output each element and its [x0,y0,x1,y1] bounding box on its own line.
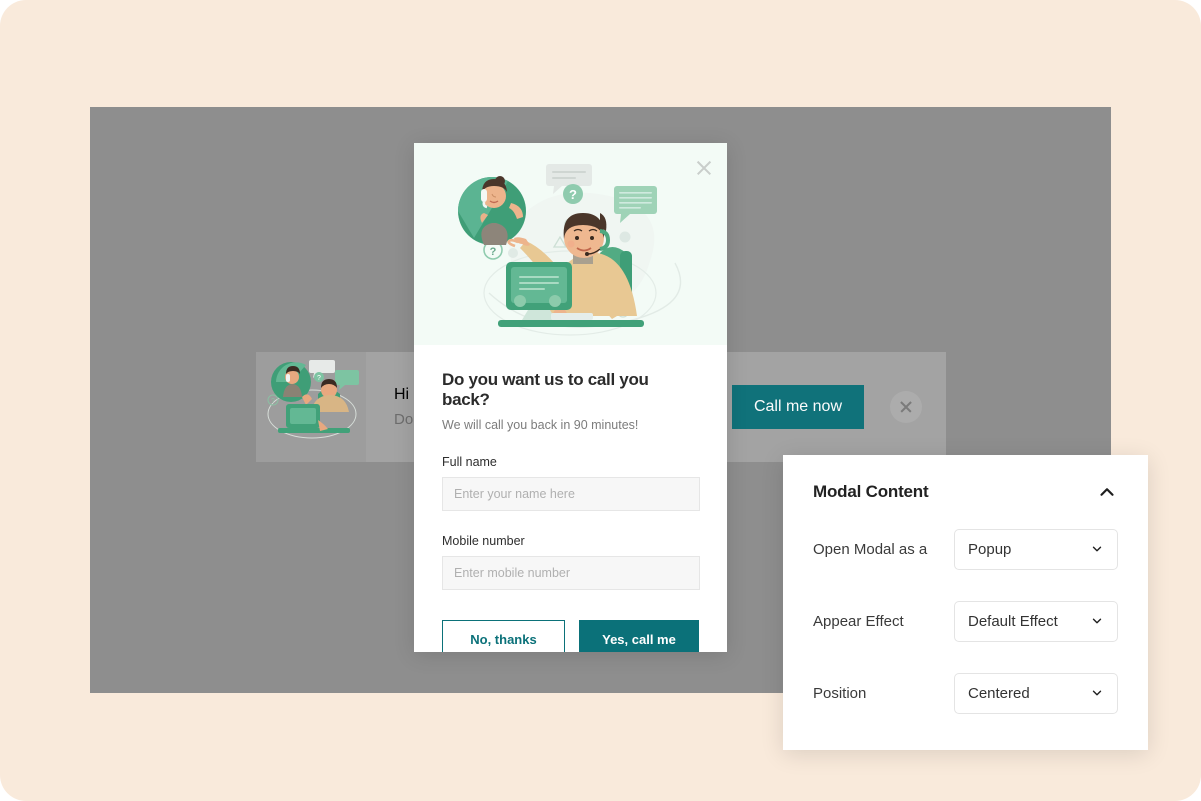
close-icon[interactable] [890,391,922,423]
chevron-up-icon[interactable] [1096,481,1118,503]
position-value: Centered [968,684,1030,702]
svg-text:?: ? [569,187,577,202]
appear-effect-label: Appear Effect [813,612,904,630]
svg-text:?: ? [317,375,321,382]
open-modal-as-label: Open Modal as a [813,540,928,558]
customer-support-agent-illustration: ? ? [414,143,727,345]
no-thanks-button[interactable]: No, thanks [442,620,565,652]
modal-content-settings-panel: Modal Content Open Modal as a Popup Appe… [783,455,1148,750]
appear-effect-select[interactable]: Default Effect [954,600,1118,642]
open-modal-as-value: Popup [968,540,1012,558]
settings-panel-title: Modal Content [813,482,929,501]
position-label: Position [813,684,867,702]
modal-body: Do you want us to call you back? We will… [414,345,727,652]
settings-panel-header[interactable]: Modal Content [783,455,1148,503]
setting-row-appear-effect: Appear Effect Default Effect [813,585,1118,657]
modal-subtitle: We will call you back in 90 minutes! [442,418,639,432]
chevron-down-icon[interactable] [1090,686,1104,700]
full-name-label: Full name [442,455,497,469]
modal-actions: No, thanks Yes, call me [442,620,699,652]
modal-title: Do you want us to call you back? [442,370,649,409]
page-canvas: ? ? Hi Do Call me now ? ? Do you want us… [0,0,1201,801]
mobile-number-label: Mobile number [442,534,525,548]
hero-illustration-svg: ? ? [458,164,682,336]
setting-row-open-modal-as: Open Modal as a Popup [813,513,1118,585]
callback-modal: ? ? Do you want us to call you back? We … [414,143,727,652]
position-select[interactable]: Centered [954,672,1118,714]
call-me-now-button[interactable]: Call me now [731,385,864,429]
setting-row-position: Position Centered [813,657,1118,729]
chevron-down-icon[interactable] [1090,542,1104,556]
settings-rows: Open Modal as a Popup Appear Effect Defa… [783,503,1148,729]
close-icon[interactable] [693,157,715,179]
yes-call-me-button[interactable]: Yes, call me [578,620,699,652]
open-modal-as-select[interactable]: Popup [954,528,1118,570]
svg-text:?: ? [271,398,275,405]
mobile-number-input[interactable] [442,556,700,590]
svg-text:?: ? [490,246,497,258]
appear-effect-value: Default Effect [968,612,1058,630]
full-name-input[interactable] [442,477,700,511]
callback-illustration-thumbnail: ? ? [256,352,366,462]
chevron-down-icon[interactable] [1090,614,1104,628]
